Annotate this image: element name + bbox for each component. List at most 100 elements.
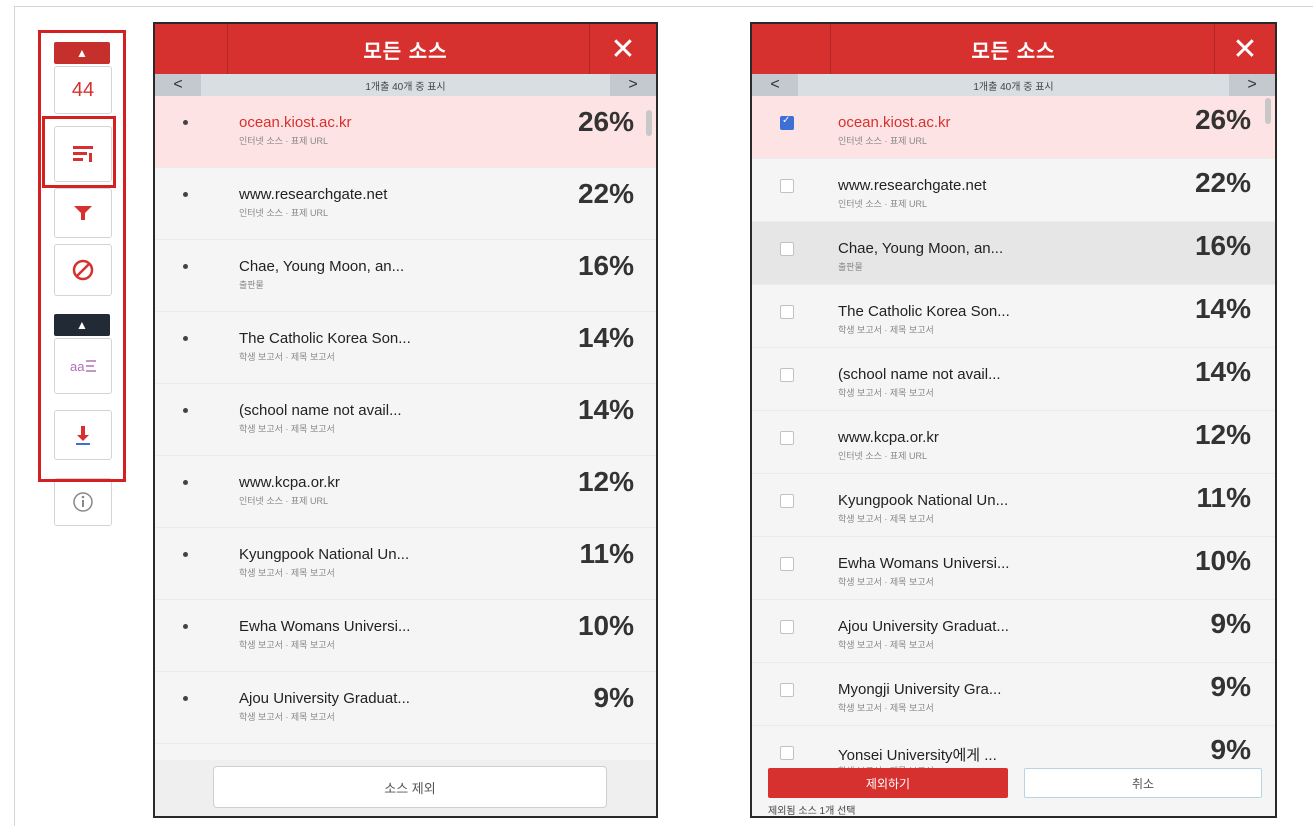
panel-title: 모든 소스 [363,40,448,63]
chevron-right-icon: > [1247,76,1257,93]
source-checkbox[interactable] [780,557,794,571]
source-name: Kyungpook National Un... [239,546,410,563]
source-checkbox[interactable] [780,242,794,256]
match-percent: 11% [579,538,635,569]
bullet-icon [183,264,188,269]
cancel-button[interactable]: 취소 [1024,768,1262,798]
source-row[interactable]: Myongji University Gra... 학생 보고서 · 제목 보고… [752,663,1275,726]
source-row[interactable]: www.kcpa.or.kr 인터넷 소스 · 표제 URL 12% [752,411,1275,474]
source-row[interactable]: The Catholic Korea Son... 학생 보고서 · 제목 보고… [155,312,656,384]
source-row[interactable]: Ajou University Graduat... 학생 보고서 · 제목 보… [752,600,1275,663]
match-percent: 14% [1194,356,1251,387]
source-row[interactable]: www.researchgate.net 인터넷 소스 · 표제 URL 22% [752,159,1275,222]
source-row[interactable]: (school name not avail... 학생 보고서 · 제목 보고… [155,384,656,456]
next-page-button[interactable]: > [1229,74,1275,96]
match-percent: 12% [577,466,634,497]
source-type: 학생 보고서 · 제목 보고서 [239,568,335,578]
info-button[interactable] [54,478,112,526]
source-checkbox[interactable] [780,683,794,697]
chevron-left-icon: < [770,76,780,93]
source-type: 인터넷 소스 · 표제 URL [838,199,927,209]
all-sources-panel: 모든 소스 ✕ < 1개출 40개 중 표시 > ocean.kiost.ac.… [153,22,658,818]
source-row[interactable]: Chae, Young Moon, an... 출판물 16% [155,240,656,312]
pagination-bar: < 1개출 40개 중 표시 > [752,74,1275,96]
close-button[interactable]: ✕ [1215,24,1275,74]
source-checkbox[interactable] [780,368,794,382]
source-row[interactable]: Ewha Womans Universi... 학생 보고서 · 제목 보고서 … [752,537,1275,600]
pagination-text: 1개출 40개 중 표시 [365,81,446,93]
source-name: Ewha Womans Universi... [838,555,1010,572]
source-type: 인터넷 소스 · 표제 URL [838,136,927,146]
pagination-text: 1개출 40개 중 표시 [973,81,1054,93]
match-percent: 12% [1194,419,1251,450]
exclude-sources-panel: 모든 소스 ✕ < 1개출 40개 중 표시 > ocean.kiost.ac.… [750,22,1277,818]
source-name: The Catholic Korea Son... [838,303,1010,320]
source-name: ocean.kiost.ac.kr [838,114,951,131]
panel-header: 모든 소스 ✕ [155,24,656,74]
scrollbar-thumb[interactable] [1265,98,1271,124]
source-row[interactable]: ocean.kiost.ac.kr 인터넷 소스 · 표제 URL 26% [752,96,1275,159]
source-row[interactable]: Chae, Young Moon, an... 출판물 16% [752,222,1275,285]
source-name: Chae, Young Moon, an... [239,258,405,275]
source-row[interactable]: www.kcpa.or.kr 인터넷 소스 · 표제 URL 12% [155,456,656,528]
bullet-icon [183,624,188,629]
match-percent: 26% [1194,104,1251,135]
close-icon: ✕ [610,32,636,66]
source-name: Yonsei University에게 ... [838,747,997,764]
source-checkbox[interactable] [780,620,794,634]
source-row[interactable]: ocean.kiost.ac.kr 인터넷 소스 · 표제 URL 26% [155,96,656,168]
source-checkbox[interactable] [780,179,794,193]
source-row[interactable]: www.researchgate.net 인터넷 소스 · 표제 URL 22% [155,168,656,240]
close-button[interactable]: ✕ [590,24,656,74]
source-row[interactable]: The Catholic Korea Son... 학생 보고서 · 제목 보고… [752,285,1275,348]
prev-page-button[interactable]: < [155,74,201,96]
source-checkbox[interactable] [780,746,794,760]
apply-exclude-button[interactable]: 제외하기 [768,768,1008,798]
source-type: 학생 보고서 · 제목 보고서 [838,640,934,650]
next-page-button[interactable]: > [610,74,656,96]
chevron-right-icon: > [628,76,638,93]
source-row[interactable]: (school name not avail... 학생 보고서 · 제목 보고… [752,348,1275,411]
source-name: Ajou University Graduat... [239,690,410,707]
source-type: 학생 보고서 · 제목 보고서 [838,388,934,398]
source-name: ocean.kiost.ac.kr [239,114,352,131]
source-row[interactable]: Ewha Womans Universi... 학생 보고서 · 제목 보고서 … [155,600,656,672]
source-list: ocean.kiost.ac.kr 인터넷 소스 · 표제 URL 26% ww… [752,96,1275,789]
selection-note: 제외됨 소스 1개 선택 [768,806,856,817]
source-type: 출판물 [239,280,264,290]
source-name: Chae, Young Moon, an... [838,240,1004,257]
source-name: (school name not avail... [239,402,402,419]
source-row[interactable]: Kyungpook National Un... 학생 보고서 · 제목 보고서… [752,474,1275,537]
source-type: 학생 보고서 · 제목 보고서 [239,712,335,722]
source-row[interactable]: Ajou University Graduat... 학생 보고서 · 제목 보… [155,672,656,744]
source-checkbox[interactable] [780,305,794,319]
match-percent: 9% [1210,734,1251,765]
exclude-sources-button[interactable]: 소스 제외 [213,766,607,808]
scrollbar-thumb[interactable] [646,110,652,136]
source-type: 인터넷 소스 · 표제 URL [239,208,328,218]
source-checkbox[interactable] [780,115,794,130]
bullet-icon [183,552,188,557]
source-type: 인터넷 소스 · 표제 URL [239,496,328,506]
match-percent: 10% [577,610,634,641]
match-percent: 10% [1194,545,1251,576]
source-name: www.researchgate.net [838,177,987,194]
source-type: 학생 보고서 · 제목 보고서 [838,325,934,335]
match-percent: 26% [577,106,634,137]
match-percent: 16% [1194,230,1251,261]
chevron-left-icon: < [173,76,183,93]
source-checkbox[interactable] [780,431,794,445]
source-checkbox[interactable] [780,494,794,508]
source-type: 학생 보고서 · 제목 보고서 [239,640,335,650]
bullet-icon [183,696,188,701]
match-percent: 14% [1194,293,1251,324]
source-row[interactable]: Kyungpook National Un... 학생 보고서 · 제목 보고서… [155,528,656,600]
source-name: www.researchgate.net [239,186,388,203]
bullet-icon [183,336,188,341]
close-icon: ✕ [1232,32,1258,66]
source-name: Myongji University Gra... [838,681,1002,698]
match-percent: 9% [1210,608,1251,639]
panel-footer: 제외하기 취소 제외됨 소스 1개 선택 [752,768,1275,816]
prev-page-button[interactable]: < [752,74,798,96]
bullet-icon [183,408,188,413]
